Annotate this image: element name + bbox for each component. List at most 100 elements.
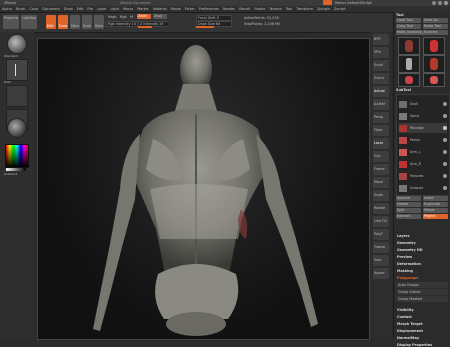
menu-item-light[interactable]: Light xyxy=(110,7,118,11)
subtool-header[interactable]: SubTool xyxy=(396,88,411,92)
tool-thumbnail-muscles[interactable] xyxy=(423,37,445,55)
deformation-section[interactable]: Deformation xyxy=(397,262,421,266)
menu-item-color[interactable]: Color xyxy=(29,7,38,11)
projection-master-button[interactable]: Projection Master xyxy=(3,15,19,29)
brush-icon[interactable] xyxy=(7,34,27,54)
zsub-button[interactable]: Zsub xyxy=(153,14,167,19)
color-picker[interactable] xyxy=(5,144,29,168)
mrgb-toggle[interactable]: Mrgb xyxy=(108,15,117,19)
subtool-item-selected[interactable]: Ribcage xyxy=(399,123,447,133)
delete-button[interactable]: Delete xyxy=(396,202,421,207)
move-button[interactable]: Move xyxy=(70,15,80,29)
tool-thumbnail-extra[interactable] xyxy=(398,73,420,87)
material-icon[interactable] xyxy=(7,118,27,138)
auto-groups-button[interactable]: Auto Groups xyxy=(396,282,448,288)
lightbox-button[interactable]: LightBox xyxy=(21,15,37,29)
frame-button[interactable]: Frame xyxy=(373,164,389,175)
geometry-section[interactable]: Geometry xyxy=(397,241,416,245)
menu-item-movie[interactable]: Movie xyxy=(171,7,181,11)
edit-button[interactable]: Edit xyxy=(46,15,56,29)
tool-thumbnail-skeleton[interactable] xyxy=(398,55,420,73)
menu-item-edit[interactable]: Edit xyxy=(77,7,84,11)
group-masked-button[interactable]: Group Masked xyxy=(396,296,448,302)
menu-item-material[interactable]: Material xyxy=(153,7,167,11)
tool-thumbnail-anatomy[interactable] xyxy=(398,37,420,55)
group-visible-button[interactable]: Group Visible xyxy=(396,289,448,295)
transp-button[interactable]: Transp xyxy=(373,242,389,253)
split-button[interactable]: Split xyxy=(396,208,421,213)
subtool-item[interactable]: Arm_R xyxy=(399,159,447,169)
geometry-hd-section[interactable]: Geometry HD xyxy=(397,248,423,252)
normalmap-section[interactable]: NormalMap xyxy=(397,336,419,340)
preview-section[interactable]: Preview xyxy=(397,255,412,259)
zadd-button[interactable]: Zadd xyxy=(137,14,151,19)
draw-button[interactable]: Draw xyxy=(58,15,68,29)
default-zscript-label[interactable]: Menus DefaultZScript xyxy=(335,1,372,5)
layers-section[interactable]: Layers xyxy=(397,234,410,238)
menu-item-picker[interactable]: Picker xyxy=(185,7,195,11)
polygroups-section[interactable]: Polygroups xyxy=(397,276,418,280)
menu-item-brush[interactable]: Brush xyxy=(16,7,26,11)
paste-tool-button[interactable]: Paste Tool xyxy=(423,24,448,29)
persp-button[interactable]: Persp xyxy=(373,112,389,123)
display-properties-section[interactable]: Display Properties xyxy=(397,343,432,347)
rgb-toggle[interactable]: Rgb xyxy=(120,15,127,19)
xpose-button[interactable]: Xpose xyxy=(373,268,389,279)
scale-button[interactable]: Scale xyxy=(82,15,92,29)
floor-button[interactable]: Floor xyxy=(373,125,389,136)
scroll-button[interactable]: Scroll xyxy=(373,60,389,71)
contact-section[interactable]: Contact xyxy=(397,315,412,319)
menu-item-macro[interactable]: Macro xyxy=(123,7,133,11)
rotate-button[interactable]: Rotate xyxy=(94,15,104,29)
line-fill-button[interactable]: Line Fill xyxy=(373,216,389,227)
subtool-item[interactable]: Scapula xyxy=(399,183,447,193)
menu-item-render[interactable]: Render xyxy=(223,7,235,11)
gyz-button[interactable]: Gyz xyxy=(373,151,389,162)
save-as-button[interactable]: Save As xyxy=(423,18,448,23)
merge-button[interactable]: Merge xyxy=(423,208,448,213)
menu-item-stroke[interactable]: Stroke xyxy=(254,7,265,11)
m-toggle[interactable]: M xyxy=(130,15,133,19)
visibility-section[interactable]: Visibility xyxy=(397,308,414,312)
color-gradient-bar[interactable] xyxy=(6,168,26,171)
menu-item-preferences[interactable]: Preferences xyxy=(199,7,219,11)
move-view-button[interactable]: Move xyxy=(373,177,389,188)
bpr-button[interactable]: BPR xyxy=(373,34,389,45)
menu-item-transform[interactable]: Transform xyxy=(296,7,313,11)
menu-item-marker[interactable]: Marker xyxy=(137,7,149,11)
aahalf-button[interactable]: AAHalf xyxy=(373,99,389,110)
subtool-item[interactable]: Arm_L xyxy=(399,147,447,157)
insert-button[interactable]: Insert xyxy=(423,196,448,201)
menu-item-alpha[interactable]: Alpha xyxy=(2,7,12,11)
tool-palette-title[interactable]: Tool xyxy=(396,13,404,17)
subtool-item[interactable]: Skull xyxy=(399,99,447,109)
close-icon[interactable] xyxy=(444,1,448,5)
local-button[interactable]: Local xyxy=(373,138,389,149)
project-button[interactable]: Project xyxy=(423,214,448,219)
menu-item-layer[interactable]: Layer xyxy=(97,7,106,11)
zoom-button[interactable]: Zoom xyxy=(373,73,389,84)
duplicate-button[interactable]: Duplicate xyxy=(423,202,448,207)
stroke-icon[interactable] xyxy=(6,59,28,81)
subtool-item[interactable]: Pelvis xyxy=(399,135,447,145)
menu-item-stencil[interactable]: Stencil xyxy=(239,7,250,11)
displacement-section[interactable]: Displacement xyxy=(397,329,423,333)
spix-button[interactable]: SPix xyxy=(373,47,389,58)
alpha-slot[interactable] xyxy=(6,85,28,107)
scale-view-button[interactable]: Scale xyxy=(373,190,389,201)
menu-item-texture[interactable]: Texture xyxy=(269,7,281,11)
menus-toggle-button[interactable] xyxy=(323,0,332,5)
rotate-view-button[interactable]: Rotate xyxy=(373,203,389,214)
subtool-item[interactable]: Spine xyxy=(399,111,447,121)
menu-item-zplugin[interactable]: Zplugin xyxy=(317,7,330,11)
menu-item-document[interactable]: Document xyxy=(42,7,60,11)
menu-item-draw[interactable]: Draw xyxy=(64,7,73,11)
maximize-icon[interactable] xyxy=(438,1,442,5)
solo-button[interactable]: Solo xyxy=(373,255,389,266)
rgb-intensity-slider[interactable]: Rgb Intensity 100 xyxy=(106,21,138,27)
remesh-button[interactable]: Remesh xyxy=(396,214,421,219)
polyf-button[interactable]: PolyF xyxy=(373,229,389,240)
menu-item-tool[interactable]: Tool xyxy=(286,7,293,11)
canvas-viewport[interactable] xyxy=(37,38,370,340)
minimize-icon[interactable] xyxy=(432,1,436,5)
